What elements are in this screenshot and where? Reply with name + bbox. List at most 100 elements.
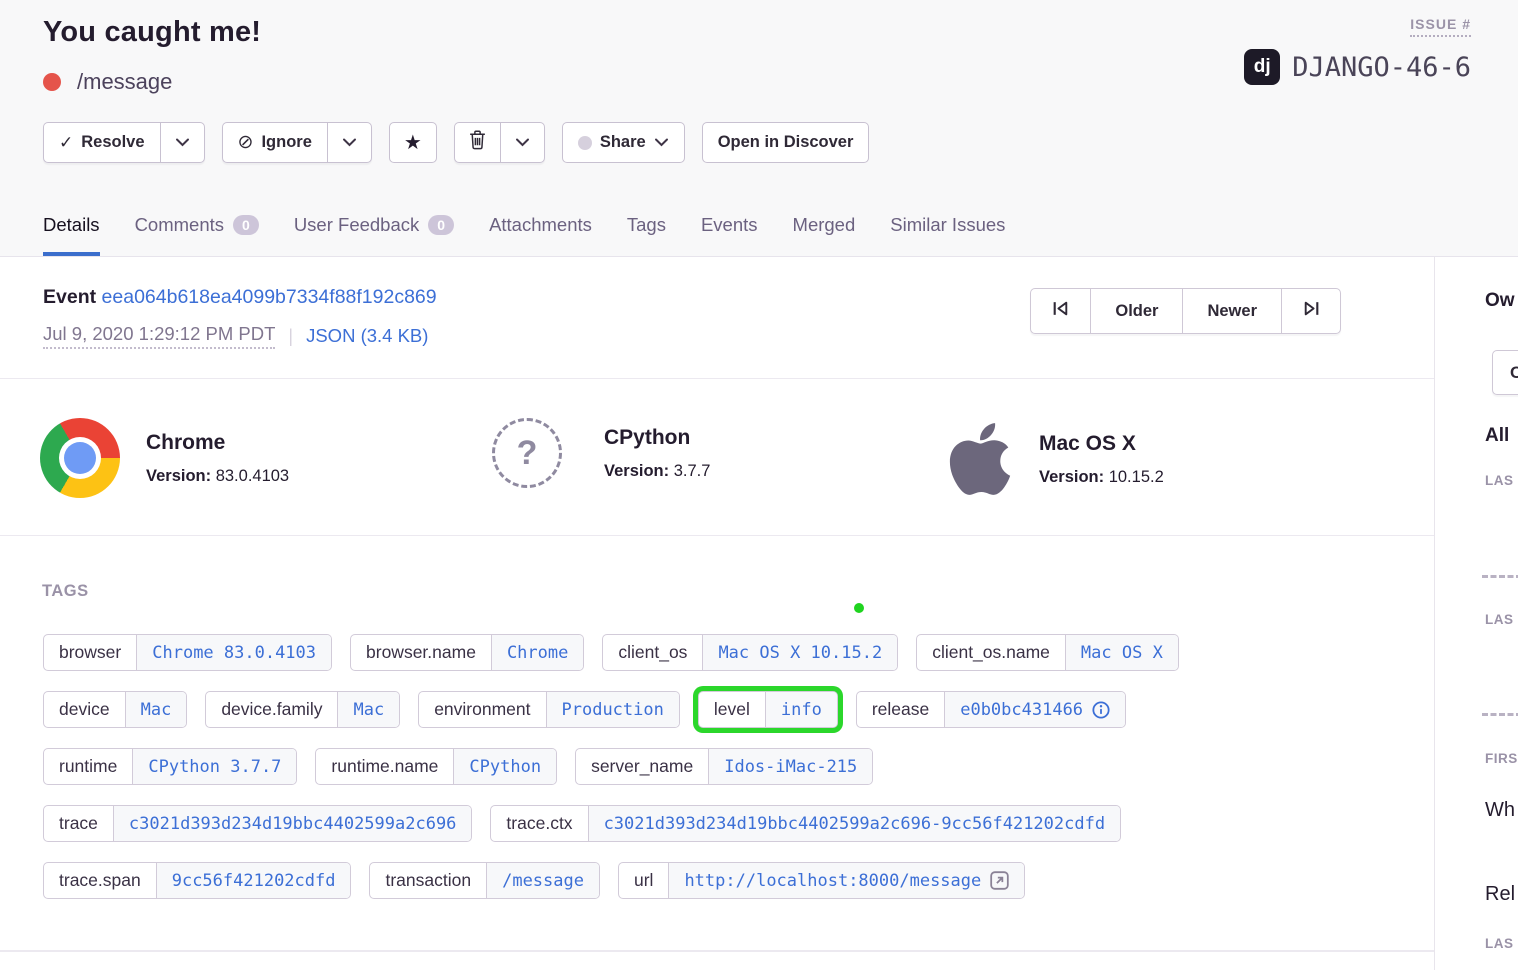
tag-pill-url: urlhttp://localhost:8000/message [618, 862, 1025, 899]
skip-to-last-icon [1302, 300, 1321, 322]
context-runtime: ? CPython Version: 3.7.7 [492, 418, 710, 488]
tag-value-link[interactable]: c3021d393d234d19bbc4402599a2c696-9cc56f4… [588, 806, 1121, 841]
version-label: Version: [604, 462, 669, 480]
chrome-icon [40, 418, 120, 498]
tag-pill-transaction: transaction/message [369, 862, 600, 899]
info-icon[interactable] [1092, 701, 1110, 719]
sidebar-all-heading: All [1485, 425, 1509, 447]
tag-value-link[interactable]: CPython [453, 749, 556, 784]
tab-similar-issues[interactable]: Similar Issues [890, 214, 1005, 256]
sidebar-placeholder-dash [1482, 575, 1518, 578]
chevron-down-icon [515, 138, 530, 147]
bookmark-button[interactable]: ★ [389, 122, 437, 163]
issue-tabs: Details Comments 0 User Feedback 0 Attac… [43, 214, 1005, 256]
tag-key: device.family [206, 692, 337, 727]
tag-value-link[interactable]: Production [546, 692, 679, 727]
tag-value-link[interactable]: Chrome [491, 635, 583, 670]
version-value: 3.7.7 [674, 462, 711, 480]
tag-value-link[interactable]: Idos-iMac-215 [708, 749, 872, 784]
resolve-label: Resolve [81, 133, 144, 152]
tab-attachments[interactable]: Attachments [489, 214, 592, 256]
tag-value-link[interactable]: Chrome 83.0.4103 [136, 635, 331, 670]
tab-user-feedback[interactable]: User Feedback 0 [294, 214, 454, 256]
tag-key: browser.name [351, 635, 491, 670]
tab-tags[interactable]: Tags [627, 214, 666, 256]
sidebar-last-label: LAS [1485, 612, 1514, 627]
tag-pill-browser.name: browser.nameChrome [350, 634, 584, 671]
event-id-link[interactable]: eea064b618ea4099b7334f88f192c869 [102, 286, 437, 308]
discover-label: Open in Discover [718, 133, 854, 152]
tag-pill-device: deviceMac [43, 691, 187, 728]
delete-dropdown-button[interactable] [500, 122, 545, 163]
issue-detail-page: You caught me! /message ISSUE # dj DJANG… [0, 0, 1518, 970]
resolve-dropdown-button[interactable] [160, 122, 205, 163]
tab-comments[interactable]: Comments 0 [135, 214, 259, 256]
issue-short-id: DJANGO-46-6 [1292, 52, 1471, 83]
page-title: You caught me! [43, 16, 261, 49]
tag-value-link[interactable]: info [765, 692, 837, 727]
context-version: Version: 83.0.4103 [146, 467, 289, 486]
sidebar-placeholder-dash [1482, 713, 1518, 716]
context-version: Version: 3.7.7 [604, 462, 710, 481]
oldest-event-button[interactable] [1030, 288, 1090, 334]
tag-key: trace [44, 806, 113, 841]
tag-row: deviceMacdevice.familyMacenvironmentProd… [43, 691, 1403, 728]
tag-value-link[interactable]: Mac OS X 10.15.2 [702, 635, 897, 670]
sidebar-claim-button[interactable]: C [1492, 350, 1518, 395]
tag-value-link[interactable]: CPython 3.7.7 [132, 749, 296, 784]
tag-pill-environment: environmentProduction [418, 691, 680, 728]
chevron-down-icon [342, 138, 357, 147]
version-label: Version: [1039, 468, 1104, 486]
culprit-path: /message [77, 69, 172, 95]
tab-label: Events [701, 214, 758, 236]
sidebar-last-label: LAS [1485, 473, 1514, 488]
tab-label: Attachments [489, 214, 592, 236]
delete-button[interactable] [454, 122, 500, 163]
ignore-dropdown-button[interactable] [327, 122, 372, 163]
tag-pill-browser: browserChrome 83.0.4103 [43, 634, 332, 671]
tab-events[interactable]: Events [701, 214, 758, 256]
sidebar-owner-heading: Ow [1485, 290, 1515, 312]
tag-key: trace.ctx [491, 806, 587, 841]
tag-value-link[interactable]: 9cc56f421202cdfd [156, 863, 351, 898]
tab-merged[interactable]: Merged [793, 214, 856, 256]
tab-details[interactable]: Details [43, 214, 100, 256]
share-label: Share [600, 133, 646, 152]
delete-button-group [454, 122, 545, 163]
newest-event-button[interactable] [1281, 288, 1341, 334]
chevron-down-icon [175, 138, 190, 147]
tag-row: trace.span9cc56f421202cdfd transaction/me… [43, 862, 1403, 899]
ignore-button[interactable]: ⊘ Ignore [222, 122, 327, 163]
trash-icon [469, 130, 486, 155]
share-button[interactable]: Share [562, 122, 685, 163]
open-in-discover-button[interactable]: Open in Discover [702, 122, 870, 163]
tag-key: release [857, 692, 944, 727]
star-icon: ★ [404, 130, 422, 155]
version-value: 10.15.2 [1109, 468, 1164, 486]
older-event-button[interactable]: Older [1090, 288, 1182, 334]
issue-id-block: ISSUE # dj DJANGO-46-6 [1244, 16, 1471, 85]
tags-section-title: TAGS [42, 582, 89, 601]
ignore-button-group: ⊘ Ignore [222, 122, 372, 163]
tag-value-link[interactable]: Mac [125, 692, 187, 727]
tag-pill-trace.span: trace.span9cc56f421202cdfd [43, 862, 351, 899]
tag-value-link[interactable]: Mac OS X [1065, 635, 1178, 670]
share-status-dot-icon [578, 136, 592, 150]
tag-pill-runtime: runtimeCPython 3.7.7 [43, 748, 297, 785]
context-name: Chrome [146, 431, 289, 455]
tag-value-link[interactable]: http://localhost:8000/message [668, 863, 1024, 898]
context-os: Mac OS X Version: 10.15.2 [945, 418, 1164, 500]
context-version: Version: 10.15.2 [1039, 468, 1164, 487]
external-link-icon[interactable] [990, 871, 1009, 890]
event-header-section: Event eea064b618ea4099b7334f88f192c869 J… [0, 257, 1434, 379]
tag-key: trace.span [44, 863, 156, 898]
resolve-button[interactable]: ✓ Resolve [43, 122, 160, 163]
tag-value-link[interactable]: /message [486, 863, 599, 898]
tag-value-link[interactable]: e0b0bc431466 [944, 692, 1125, 727]
tag-value-link[interactable]: Mac [337, 692, 399, 727]
event-timestamp: Jul 9, 2020 1:29:12 PM PDT [43, 323, 275, 349]
event-json-link[interactable]: JSON (3.4 KB) [306, 325, 428, 347]
tag-value-link[interactable]: c3021d393d234d19bbc4402599a2c696 [113, 806, 472, 841]
newer-event-button[interactable]: Newer [1182, 288, 1281, 334]
tag-pill-client_os: client_osMac OS X 10.15.2 [602, 634, 898, 671]
